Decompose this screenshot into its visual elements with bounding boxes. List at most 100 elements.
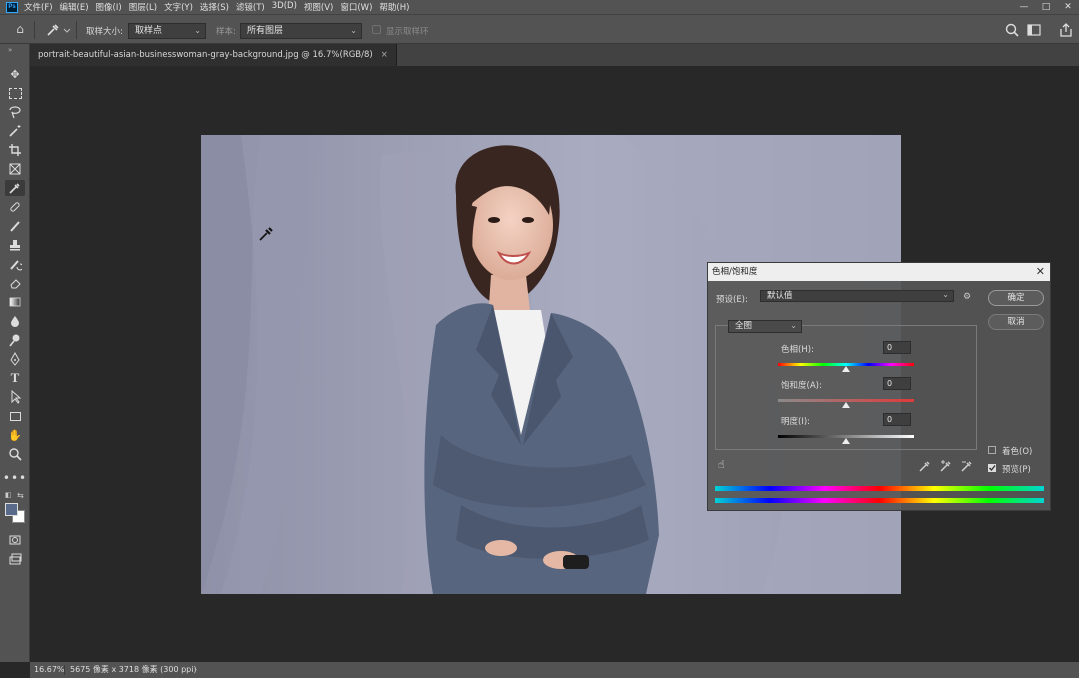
chevron-down-icon: ⌄	[194, 26, 201, 35]
menu-edit[interactable]: 编辑(E)	[60, 1, 89, 13]
show-ring-checkbox[interactable]	[372, 25, 381, 34]
dialog-titlebar[interactable]: 色相/饱和度 ✕	[708, 263, 1050, 281]
workspace-icon[interactable]	[1026, 22, 1042, 38]
menu-image[interactable]: 图像(I)	[96, 1, 122, 13]
status-bar: 16.67% 5675 像素 x 3718 像素 (300 ppi) ›	[30, 662, 1079, 678]
pen-tool-icon[interactable]	[5, 351, 25, 367]
sample-size-select[interactable]: 取样点 ⌄	[128, 23, 206, 39]
more-tools-icon[interactable]: •••	[3, 470, 26, 486]
document-tab-bar: portrait-beautiful-asian-businesswoman-g…	[30, 44, 1079, 66]
foreground-color-swatch[interactable]	[5, 503, 18, 516]
show-ring-label: 显示取样环	[386, 27, 429, 37]
divider	[64, 665, 65, 675]
options-bar: ⌂ 取样大小: 取样点 ⌄ 样本: 所有图层 ⌄ 显示取样环	[0, 14, 1079, 44]
menu-select[interactable]: 选择(S)	[200, 1, 229, 13]
zoom-level[interactable]: 16.67%	[34, 662, 65, 678]
document-info: 5675 像素 x 3718 像素 (300 ppi)	[70, 665, 197, 674]
preset-options-icon[interactable]: ⚙	[963, 292, 971, 302]
sample-label: 样本:	[216, 27, 236, 37]
blur-tool-icon[interactable]	[5, 313, 25, 329]
frame-tool-icon[interactable]	[5, 161, 25, 177]
minimize-button[interactable]: —	[1013, 0, 1035, 14]
cancel-button[interactable]: 取消	[988, 314, 1044, 330]
hue-slider-thumb[interactable]	[842, 366, 850, 372]
healing-brush-icon[interactable]	[5, 199, 25, 215]
menu-help[interactable]: 帮助(H)	[379, 1, 409, 13]
menu-layer[interactable]: 图层(L)	[129, 1, 157, 13]
eyedropper-preset-picker[interactable]	[44, 21, 72, 39]
preset-select[interactable]: 默认值 ⌄	[760, 290, 954, 302]
menu-file[interactable]: 文件(F)	[24, 1, 53, 13]
ok-button[interactable]: 确定	[988, 290, 1044, 306]
zoom-tool-icon[interactable]	[5, 446, 25, 462]
type-tool-icon[interactable]: T	[5, 370, 25, 386]
document-tab[interactable]: portrait-beautiful-asian-businesswoman-g…	[30, 44, 397, 66]
magic-wand-icon[interactable]	[5, 123, 25, 139]
eyedropper-plus-icon[interactable]	[939, 459, 953, 473]
swap-colors-icon[interactable]: ⇆	[17, 491, 24, 500]
menu-window[interactable]: 窗口(W)	[340, 1, 372, 13]
eyedropper-minus-icon[interactable]	[960, 459, 974, 473]
eyedropper-icon[interactable]	[918, 459, 932, 473]
menu-view[interactable]: 视图(V)	[304, 1, 333, 13]
adjustment-group	[715, 325, 977, 450]
eraser-tool-icon[interactable]	[5, 275, 25, 291]
menu-filter[interactable]: 滤镜(T)	[236, 1, 265, 13]
sample-value: 所有图层	[247, 26, 284, 36]
menu-type[interactable]: 文字(Y)	[164, 1, 193, 13]
hue-input[interactable]: 0	[883, 341, 911, 354]
divider	[76, 21, 77, 39]
output-color-bar	[715, 498, 1044, 503]
window-controls: — □ ✕	[1013, 0, 1079, 14]
dialog-title: 色相/饱和度	[712, 267, 758, 277]
path-selection-icon[interactable]	[5, 389, 25, 405]
saturation-label: 饱和度(A):	[781, 381, 822, 391]
close-icon[interactable]: ✕	[1036, 263, 1045, 281]
saturation-input[interactable]: 0	[883, 377, 911, 390]
colorize-label: 着色(O)	[1002, 447, 1033, 457]
history-brush-icon[interactable]	[5, 256, 25, 272]
divider	[34, 21, 35, 39]
default-colors-icon[interactable]: ◧	[5, 491, 12, 499]
move-tool-icon[interactable]: ✥	[5, 66, 25, 82]
rectangle-tool-icon[interactable]	[5, 408, 25, 424]
main-menu: 文件(F) 编辑(E) 图像(I) 图层(L) 文字(Y) 选择(S) 滤镜(T…	[24, 1, 416, 13]
sample-size-label: 取样大小:	[86, 27, 123, 37]
photoshop-logo-icon: Ps	[6, 1, 18, 13]
crop-tool-icon[interactable]	[5, 142, 25, 158]
sample-select[interactable]: 所有图层 ⌄	[240, 23, 362, 39]
chevron-down-icon: ⌄	[790, 321, 797, 330]
document-title: portrait-beautiful-asian-businesswoman-g…	[38, 50, 373, 60]
lightness-slider-thumb[interactable]	[842, 438, 850, 444]
tools-panel: » ✥ T ✋ ••• ◧ ⇆	[0, 44, 30, 662]
screen-mode-icon[interactable]	[5, 551, 25, 567]
eyedropper-cursor-icon	[258, 226, 274, 242]
menu-3d[interactable]: 3D(D)	[272, 1, 297, 13]
hue-label: 色相(H):	[781, 345, 814, 355]
quick-mask-icon[interactable]	[5, 532, 25, 548]
collapse-panel-icon[interactable]: »	[8, 46, 12, 54]
marquee-tool-icon[interactable]	[5, 85, 25, 101]
channel-select[interactable]: 全图 ⌄	[728, 320, 802, 333]
brush-tool-icon[interactable]	[5, 218, 25, 234]
colorize-checkbox[interactable]	[988, 446, 996, 454]
preview-checkbox[interactable]	[988, 464, 996, 472]
dodge-tool-icon[interactable]	[5, 332, 25, 348]
share-icon[interactable]	[1058, 22, 1074, 38]
close-window-button[interactable]: ✕	[1057, 0, 1079, 14]
gradient-tool-icon[interactable]	[5, 294, 25, 310]
lightness-label: 明度(I):	[781, 417, 811, 427]
targeted-adjustment-icon[interactable]: ☝	[718, 458, 732, 472]
saturation-slider-thumb[interactable]	[842, 402, 850, 408]
preview-label: 预览(P)	[1002, 465, 1031, 475]
lightness-input[interactable]: 0	[883, 413, 911, 426]
eyedropper-tool-icon[interactable]	[5, 180, 25, 196]
maximize-button[interactable]: □	[1035, 0, 1057, 14]
close-tab-icon[interactable]: ×	[381, 50, 388, 60]
hand-tool-icon[interactable]: ✋	[5, 427, 25, 443]
chevron-right-icon[interactable]: ›	[194, 662, 197, 678]
search-icon[interactable]	[1004, 22, 1020, 38]
home-icon[interactable]: ⌂	[10, 22, 30, 38]
lasso-tool-icon[interactable]	[5, 104, 25, 120]
clone-stamp-icon[interactable]	[5, 237, 25, 253]
